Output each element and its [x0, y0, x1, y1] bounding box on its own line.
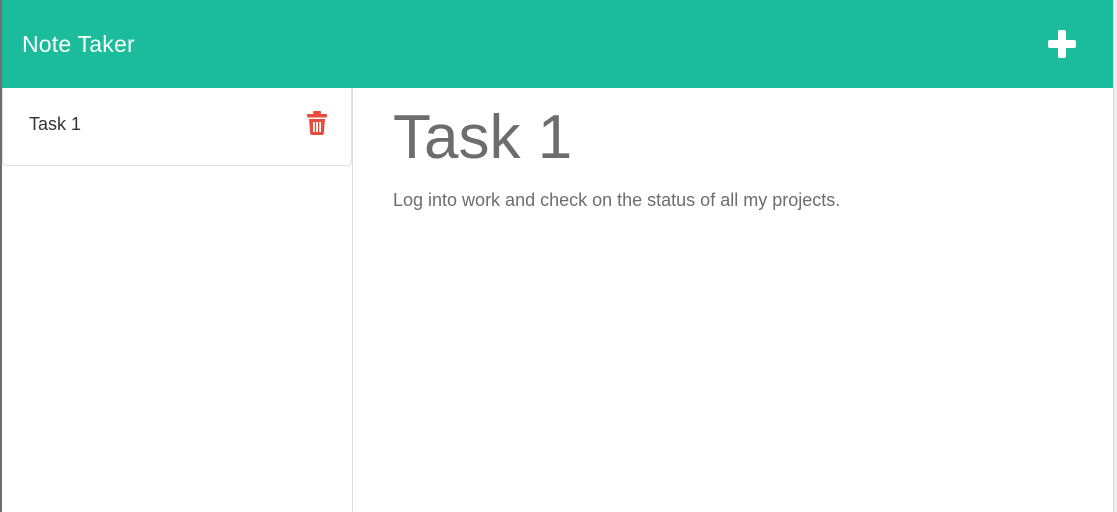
plus-icon: [1048, 30, 1076, 58]
note-list-item-title: Task 1: [29, 114, 82, 134]
trash-icon[interactable]: [307, 110, 327, 135]
note-text-area[interactable]: Log into work and check on the status of…: [393, 188, 1073, 212]
new-note-button[interactable]: [1047, 29, 1077, 59]
brand-title[interactable]: Note Taker: [22, 31, 135, 58]
window-scrollbar[interactable]: [1113, 0, 1117, 512]
note-list-sidebar: Task 1: [2, 88, 353, 512]
navbar: Note Taker: [2, 0, 1113, 88]
app-page: Note Taker Task 1 Task 1 Log into work a…: [0, 0, 1117, 512]
note-list-item[interactable]: Task 1: [2, 88, 352, 166]
note-editor: Task 1 Log into work and check on the st…: [353, 88, 1113, 512]
note-title-input[interactable]: Task 1: [393, 102, 1073, 174]
note-list: Task 1: [2, 88, 352, 166]
